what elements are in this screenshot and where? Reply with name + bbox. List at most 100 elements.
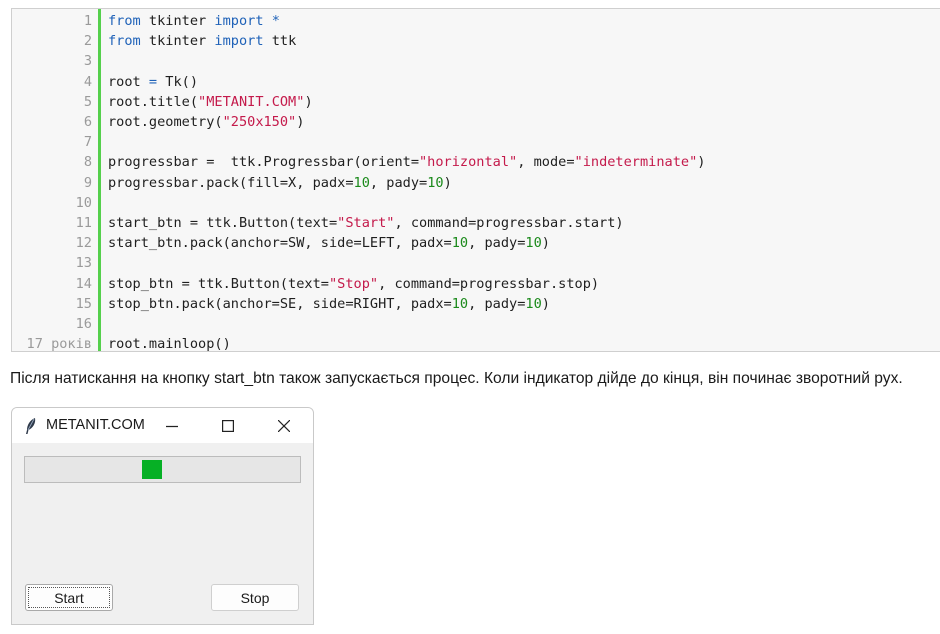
code-line: 17 років root.mainloop() [12, 334, 940, 354]
line-number: 7 [83, 134, 92, 151]
line-number: 12 [75, 235, 92, 252]
code-line: 4 root = Tk() [12, 72, 940, 92]
description-paragraph: Після натискання на кнопку start_btn так… [10, 370, 903, 387]
line-number: 11 [75, 215, 92, 231]
code-token: "Start" [337, 215, 395, 231]
code-token: "indeterminate" [574, 154, 698, 171]
code-token: stop_btn.pack(anchor=SE, side=RIGHT, pad… [108, 295, 452, 312]
code-token: 10 [451, 295, 469, 312]
code-token: ) [443, 174, 452, 191]
code-token: , command=progressbar.stop) [378, 275, 600, 292]
code-token: , pady= [468, 235, 526, 252]
code-text: progressbar.pack(fill=X, padx=10, pady=1… [108, 173, 452, 193]
line-number: 6 [83, 114, 92, 130]
code-line: 16 [12, 314, 940, 334]
code-token: ) [541, 295, 550, 312]
code-token: from [108, 33, 141, 50]
code-text: root.geometry("250x150") [108, 112, 304, 132]
code-token: stop_btn = ttk.Button(text= [108, 275, 329, 292]
code-text: start_btn = ttk.Button(text="Start", com… [108, 213, 624, 233]
code-token: ) [296, 114, 305, 130]
code-token: ) [697, 154, 706, 171]
minimize-icon [166, 425, 178, 428]
line-number: 13 [75, 255, 92, 272]
code-token: "METANIT.COM" [198, 93, 305, 110]
line-number: 9 [83, 174, 92, 191]
line-number: 1 [83, 13, 92, 29]
code-text: stop_btn = ttk.Button(text="Stop", comma… [108, 274, 599, 294]
progressbar [24, 456, 301, 483]
code-token: 10 [427, 174, 444, 191]
line-number: 15 [75, 295, 92, 312]
code-line: 5 root.title("METANIT.COM") [12, 92, 940, 112]
code-line: 9 progressbar.pack(fill=X, padx=10, pady=… [12, 173, 940, 193]
code-token: import [214, 13, 264, 29]
line-number: 8 [83, 154, 92, 171]
code-token: tkinter [140, 13, 215, 29]
line-number: 5 [83, 93, 92, 110]
line-number: 3 [83, 53, 92, 70]
maximize-icon [222, 420, 234, 432]
code-token: * [271, 13, 280, 29]
line-number: 16 [75, 316, 92, 332]
code-text: root = Tk() [108, 72, 198, 92]
code-token: from [108, 13, 141, 29]
feather-icon [26, 418, 36, 434]
code-token: ttk [263, 33, 297, 50]
stop-button[interactable]: Stop [211, 584, 299, 611]
code-token: = [148, 73, 158, 90]
code-line: 6 root.geometry("250x150") [12, 112, 940, 132]
start-button[interactable]: Start [25, 584, 113, 611]
progress-indicator [142, 460, 162, 479]
code-token: 10 [451, 235, 469, 252]
close-button[interactable] [264, 413, 304, 439]
line-number: 4 [83, 73, 92, 90]
code-token: progressbar = ttk.Progressbar(orient= [108, 154, 419, 171]
code-token: Tk() [157, 73, 199, 90]
code-token: import [214, 33, 264, 50]
close-icon [278, 420, 290, 432]
tk-window: METANIT.COM Start Stop [11, 407, 314, 625]
code-token: progressbar.pack(fill=X, padx= [108, 174, 354, 191]
code-token: 10 [525, 235, 542, 252]
code-text: stop_btn.pack(anchor=SE, side=RIGHT, pad… [108, 294, 550, 314]
line-number: 14 [75, 275, 92, 292]
code-token: , mode= [517, 154, 575, 171]
code-token: ) [541, 235, 550, 252]
minimize-button[interactable] [152, 413, 192, 439]
line-number: 10 [75, 194, 92, 211]
line-number: 2 [83, 33, 92, 50]
code-token: , pady= [468, 295, 526, 312]
code-token: "250x150" [222, 114, 297, 130]
code-token: , pady= [369, 174, 428, 191]
code-token: tkinter [140, 33, 215, 50]
code-token: root.geometry( [108, 114, 223, 130]
code-line: 10 [12, 193, 940, 213]
code-line: 12 start_btn.pack(anchor=SW, side=LEFT, p… [12, 233, 940, 253]
maximize-button[interactable] [208, 413, 248, 439]
code-token: root.mainloop() [108, 336, 231, 353]
code-token: "Stop" [328, 275, 379, 292]
code-token: 10 [525, 295, 542, 312]
code-line: 13 [12, 253, 940, 273]
code-token: root.title( [108, 93, 199, 110]
code-token: 10 [353, 174, 370, 191]
code-text: from tkinter import * [108, 11, 280, 31]
code-token: , command=progressbar.start) [394, 215, 624, 231]
title-bar: METANIT.COM [12, 408, 313, 443]
code-line: 14 stop_btn = ttk.Button(text="Stop", com… [12, 274, 940, 294]
code-line: 2 from tkinter import ttk [12, 31, 940, 51]
code-text: progressbar = ttk.Progressbar(orient="ho… [108, 152, 705, 172]
code-block: 1 from tkinter import * 2 from tkinter impo… [11, 8, 940, 352]
code-line: 15 stop_btn.pack(anchor=SE, side=RIGHT, p… [12, 294, 940, 314]
code-text: root.title("METANIT.COM") [108, 92, 313, 112]
code-token: "horizontal" [419, 154, 518, 171]
code-line: 8 progressbar = ttk.Progressbar(orient="h… [12, 152, 940, 172]
code-token: root [108, 73, 149, 90]
code-text: root.mainloop() [108, 334, 231, 354]
code-line: 1 from tkinter import * [12, 11, 940, 31]
code-token: ) [304, 93, 313, 110]
code-line: 11 start_btn = ttk.Button(text="Start", c… [12, 213, 940, 233]
code-line: 7 [12, 132, 940, 152]
